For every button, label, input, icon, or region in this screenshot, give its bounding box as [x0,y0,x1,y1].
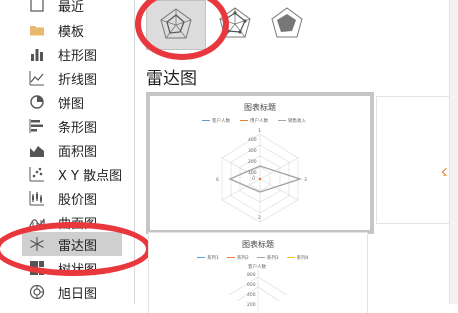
sidebar-item-recent[interactable]: 最近 [26,0,134,17]
tick-label: 0 [252,177,255,182]
sidebar-item-label: 柱形图 [58,48,98,64]
axis-label: 6 [216,178,219,183]
axis-label: 2 [258,216,261,221]
sidebar-item-label: 饼图 [58,96,85,112]
filled-radar-icon [271,7,303,38]
tick-label: 300 [248,149,257,154]
sidebar-item-stock[interactable]: 股价图 [26,186,134,210]
preview-scrollbar[interactable] [449,0,458,304]
sidebar-item-templates[interactable]: 模板 [26,18,134,42]
pie-chart-icon [28,93,46,111]
tick-label: 200 [248,160,257,165]
folder-icon [28,21,46,39]
radar-chart-graphic [221,133,303,223]
sidebar-item-label: 面积图 [58,144,98,160]
tick-label: 100 [248,171,257,176]
radar-chart-graphic [228,269,288,313]
sidebar-item-label: 股价图 [58,192,98,208]
sidebar-item-bar[interactable]: 条形图 [26,114,134,138]
sidebar-item-column[interactable]: 柱形图 [26,42,134,66]
chart-preview-3[interactable]: 图表标题 系列1 系列2 系列3 系列4 客户人数 800 600 400 20… [148,232,368,313]
tick-label: 400 [248,138,257,143]
scatter-chart-icon [28,165,46,183]
chart-preview-1[interactable]: 图表标题 客户人数 用户人数 销售收入 1 3 2 6 400 300 200 … [146,92,374,234]
sidebar-item-label: 条形图 [58,120,98,136]
sidebar-item-label: 折线图 [58,72,98,88]
highlight-ring-radar [0,222,152,276]
highlight-ring-subtype [135,0,229,60]
series-marker [443,175,446,176]
sidebar-item-label: 旭日图 [58,286,98,302]
subtype-filled-radar[interactable] [258,0,316,48]
axis-label: 客户人数 [248,265,266,270]
sidebar-item-label: X Y 散点图 [58,168,123,184]
sidebar-item-scatter[interactable]: X Y 散点图 [26,162,134,186]
sidebar-item-area[interactable]: 面积图 [26,138,134,162]
line-chart-icon [28,69,46,87]
sidebar-item-pie[interactable]: 饼图 [26,90,134,114]
sidebar-item-sunburst[interactable]: 旭日图 [26,280,134,304]
area-chart-icon [28,141,46,159]
axis-label: 1 [258,129,261,134]
sunburst-chart-icon [28,283,46,301]
axis-label: 3 [304,178,307,183]
recent-icon [28,0,46,14]
tick-label: 600 [247,283,256,288]
tick-label: 400 [247,293,256,298]
sidebar-item-line[interactable]: 折线图 [26,66,134,90]
stock-chart-icon [28,189,46,207]
chart-preview-2[interactable] [376,96,451,224]
sidebar-item-label: 最近 [58,0,85,15]
column-chart-icon [28,45,46,63]
bar-chart-icon [28,117,46,135]
section-title: 雷达图 [146,69,197,89]
tick-label: 800 [247,273,256,278]
sidebar-item-label: 模板 [58,24,85,40]
